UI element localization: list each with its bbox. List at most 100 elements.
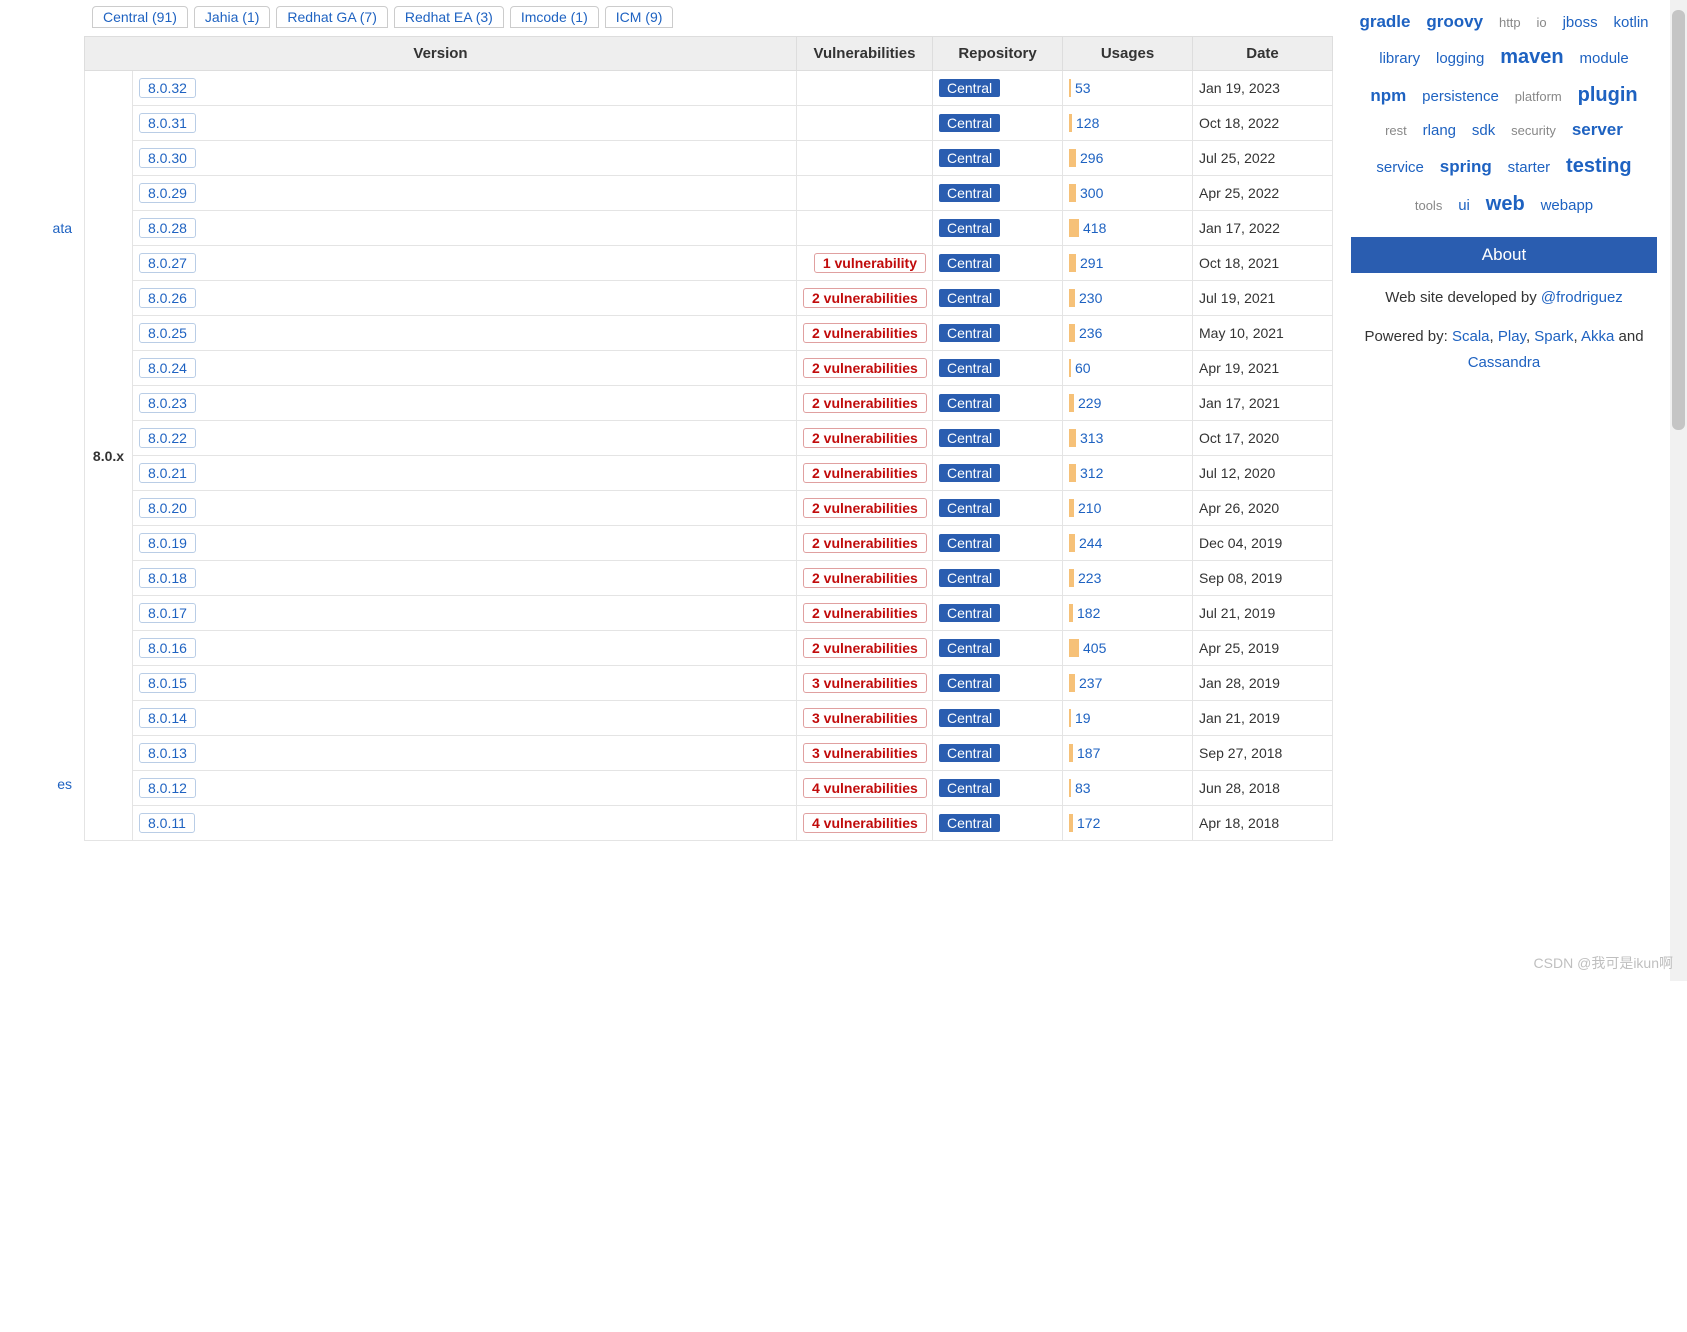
vulnerability-badge[interactable]: 2 vulnerabilities <box>803 603 927 623</box>
usages-link[interactable]: 312 <box>1080 465 1103 481</box>
version-link[interactable]: 8.0.28 <box>139 218 196 238</box>
tag-link[interactable]: module <box>1580 45 1629 74</box>
version-link[interactable]: 8.0.31 <box>139 113 196 133</box>
vulnerability-badge[interactable]: 2 vulnerabilities <box>803 358 927 378</box>
tag-link[interactable]: security <box>1511 119 1556 144</box>
usages-link[interactable]: 210 <box>1078 500 1101 516</box>
repo-tab[interactable]: Imcode (1) <box>510 6 599 28</box>
usages-link[interactable]: 230 <box>1079 290 1102 306</box>
repo-tab[interactable]: Redhat EA (3) <box>394 6 504 28</box>
repository-badge[interactable]: Central <box>939 289 1000 307</box>
tag-link[interactable]: testing <box>1566 147 1632 185</box>
repository-badge[interactable]: Central <box>939 184 1000 202</box>
usages-link[interactable]: 291 <box>1080 255 1103 271</box>
repository-badge[interactable]: Central <box>939 359 1000 377</box>
tag-link[interactable]: rest <box>1385 119 1407 144</box>
version-link[interactable]: 8.0.13 <box>139 743 196 763</box>
repository-badge[interactable]: Central <box>939 499 1000 517</box>
usages-link[interactable]: 53 <box>1075 80 1091 96</box>
repository-badge[interactable]: Central <box>939 79 1000 97</box>
version-link[interactable]: 8.0.27 <box>139 253 196 273</box>
usages-link[interactable]: 313 <box>1080 430 1103 446</box>
repository-badge[interactable]: Central <box>939 779 1000 797</box>
repository-badge[interactable]: Central <box>939 674 1000 692</box>
tag-link[interactable]: persistence <box>1422 83 1499 112</box>
tag-link[interactable]: starter <box>1508 154 1551 183</box>
usages-link[interactable]: 172 <box>1077 815 1100 831</box>
repository-badge[interactable]: Central <box>939 429 1000 447</box>
tag-link[interactable]: service <box>1376 154 1424 183</box>
vulnerability-badge[interactable]: 2 vulnerabilities <box>803 463 927 483</box>
tag-link[interactable]: tools <box>1415 194 1442 219</box>
version-link[interactable]: 8.0.11 <box>139 813 195 833</box>
version-link[interactable]: 8.0.20 <box>139 498 196 518</box>
repository-badge[interactable]: Central <box>939 709 1000 727</box>
tag-link[interactable]: webapp <box>1541 192 1594 221</box>
vulnerability-badge[interactable]: 3 vulnerabilities <box>803 743 927 763</box>
tag-link[interactable]: gradle <box>1359 6 1410 38</box>
usages-link[interactable]: 405 <box>1083 640 1106 656</box>
tag-link[interactable]: kotlin <box>1613 9 1648 38</box>
side-link-2[interactable]: es <box>0 776 72 792</box>
side-link-1[interactable]: ata <box>0 220 72 236</box>
repository-badge[interactable]: Central <box>939 394 1000 412</box>
usages-link[interactable]: 83 <box>1075 780 1091 796</box>
powered-by-link[interactable]: Akka <box>1581 328 1614 345</box>
repository-badge[interactable]: Central <box>939 534 1000 552</box>
version-link[interactable]: 8.0.18 <box>139 568 196 588</box>
tag-link[interactable]: ui <box>1458 192 1470 221</box>
usages-link[interactable]: 236 <box>1079 325 1102 341</box>
version-link[interactable]: 8.0.26 <box>139 288 196 308</box>
repo-tab[interactable]: Central (91) <box>92 6 188 28</box>
tag-link[interactable]: maven <box>1500 38 1563 76</box>
repository-badge[interactable]: Central <box>939 639 1000 657</box>
version-link[interactable]: 8.0.24 <box>139 358 196 378</box>
vulnerability-badge[interactable]: 2 vulnerabilities <box>803 428 927 448</box>
tag-link[interactable]: library <box>1379 45 1420 74</box>
tag-link[interactable]: sdk <box>1472 117 1495 146</box>
tag-link[interactable]: rlang <box>1423 117 1456 146</box>
usages-link[interactable]: 244 <box>1079 535 1102 551</box>
scrollbar-track[interactable] <box>1670 0 1687 981</box>
version-link[interactable]: 8.0.14 <box>139 708 196 728</box>
version-link[interactable]: 8.0.22 <box>139 428 196 448</box>
version-link[interactable]: 8.0.30 <box>139 148 196 168</box>
powered-by-link[interactable]: Scala <box>1452 328 1490 345</box>
repo-tab[interactable]: Jahia (1) <box>194 6 270 28</box>
version-link[interactable]: 8.0.29 <box>139 183 196 203</box>
tag-link[interactable]: server <box>1572 114 1623 146</box>
repository-badge[interactable]: Central <box>939 324 1000 342</box>
version-link[interactable]: 8.0.17 <box>139 603 196 623</box>
usages-link[interactable]: 128 <box>1076 115 1099 131</box>
vulnerability-badge[interactable]: 2 vulnerabilities <box>803 393 927 413</box>
usages-link[interactable]: 296 <box>1080 150 1103 166</box>
usages-link[interactable]: 237 <box>1079 675 1102 691</box>
usages-link[interactable]: 223 <box>1078 570 1101 586</box>
version-link[interactable]: 8.0.23 <box>139 393 196 413</box>
version-link[interactable]: 8.0.19 <box>139 533 196 553</box>
tag-link[interactable]: logging <box>1436 45 1484 74</box>
vulnerability-badge[interactable]: 4 vulnerabilities <box>803 778 927 798</box>
repository-badge[interactable]: Central <box>939 149 1000 167</box>
repo-tab[interactable]: Redhat GA (7) <box>276 6 388 28</box>
vulnerability-badge[interactable]: 4 vulnerabilities <box>803 813 927 833</box>
vulnerability-badge[interactable]: 2 vulnerabilities <box>803 533 927 553</box>
version-link[interactable]: 8.0.25 <box>139 323 196 343</box>
usages-link[interactable]: 19 <box>1075 710 1091 726</box>
scrollbar-thumb[interactable] <box>1672 10 1685 430</box>
usages-link[interactable]: 418 <box>1083 220 1106 236</box>
tag-link[interactable]: plugin <box>1578 76 1638 114</box>
about-author-link[interactable]: @frodriguez <box>1541 289 1623 306</box>
vulnerability-badge[interactable]: 2 vulnerabilities <box>803 323 927 343</box>
powered-by-link[interactable]: Cassandra <box>1468 354 1541 371</box>
vulnerability-badge[interactable]: 2 vulnerabilities <box>803 638 927 658</box>
usages-link[interactable]: 60 <box>1075 360 1091 376</box>
repository-badge[interactable]: Central <box>939 219 1000 237</box>
version-link[interactable]: 8.0.21 <box>139 463 196 483</box>
usages-link[interactable]: 300 <box>1080 185 1103 201</box>
tag-link[interactable]: spring <box>1440 151 1492 183</box>
vulnerability-badge[interactable]: 2 vulnerabilities <box>803 498 927 518</box>
vulnerability-badge[interactable]: 3 vulnerabilities <box>803 708 927 728</box>
version-link[interactable]: 8.0.32 <box>139 78 196 98</box>
tag-link[interactable]: io <box>1537 11 1547 36</box>
